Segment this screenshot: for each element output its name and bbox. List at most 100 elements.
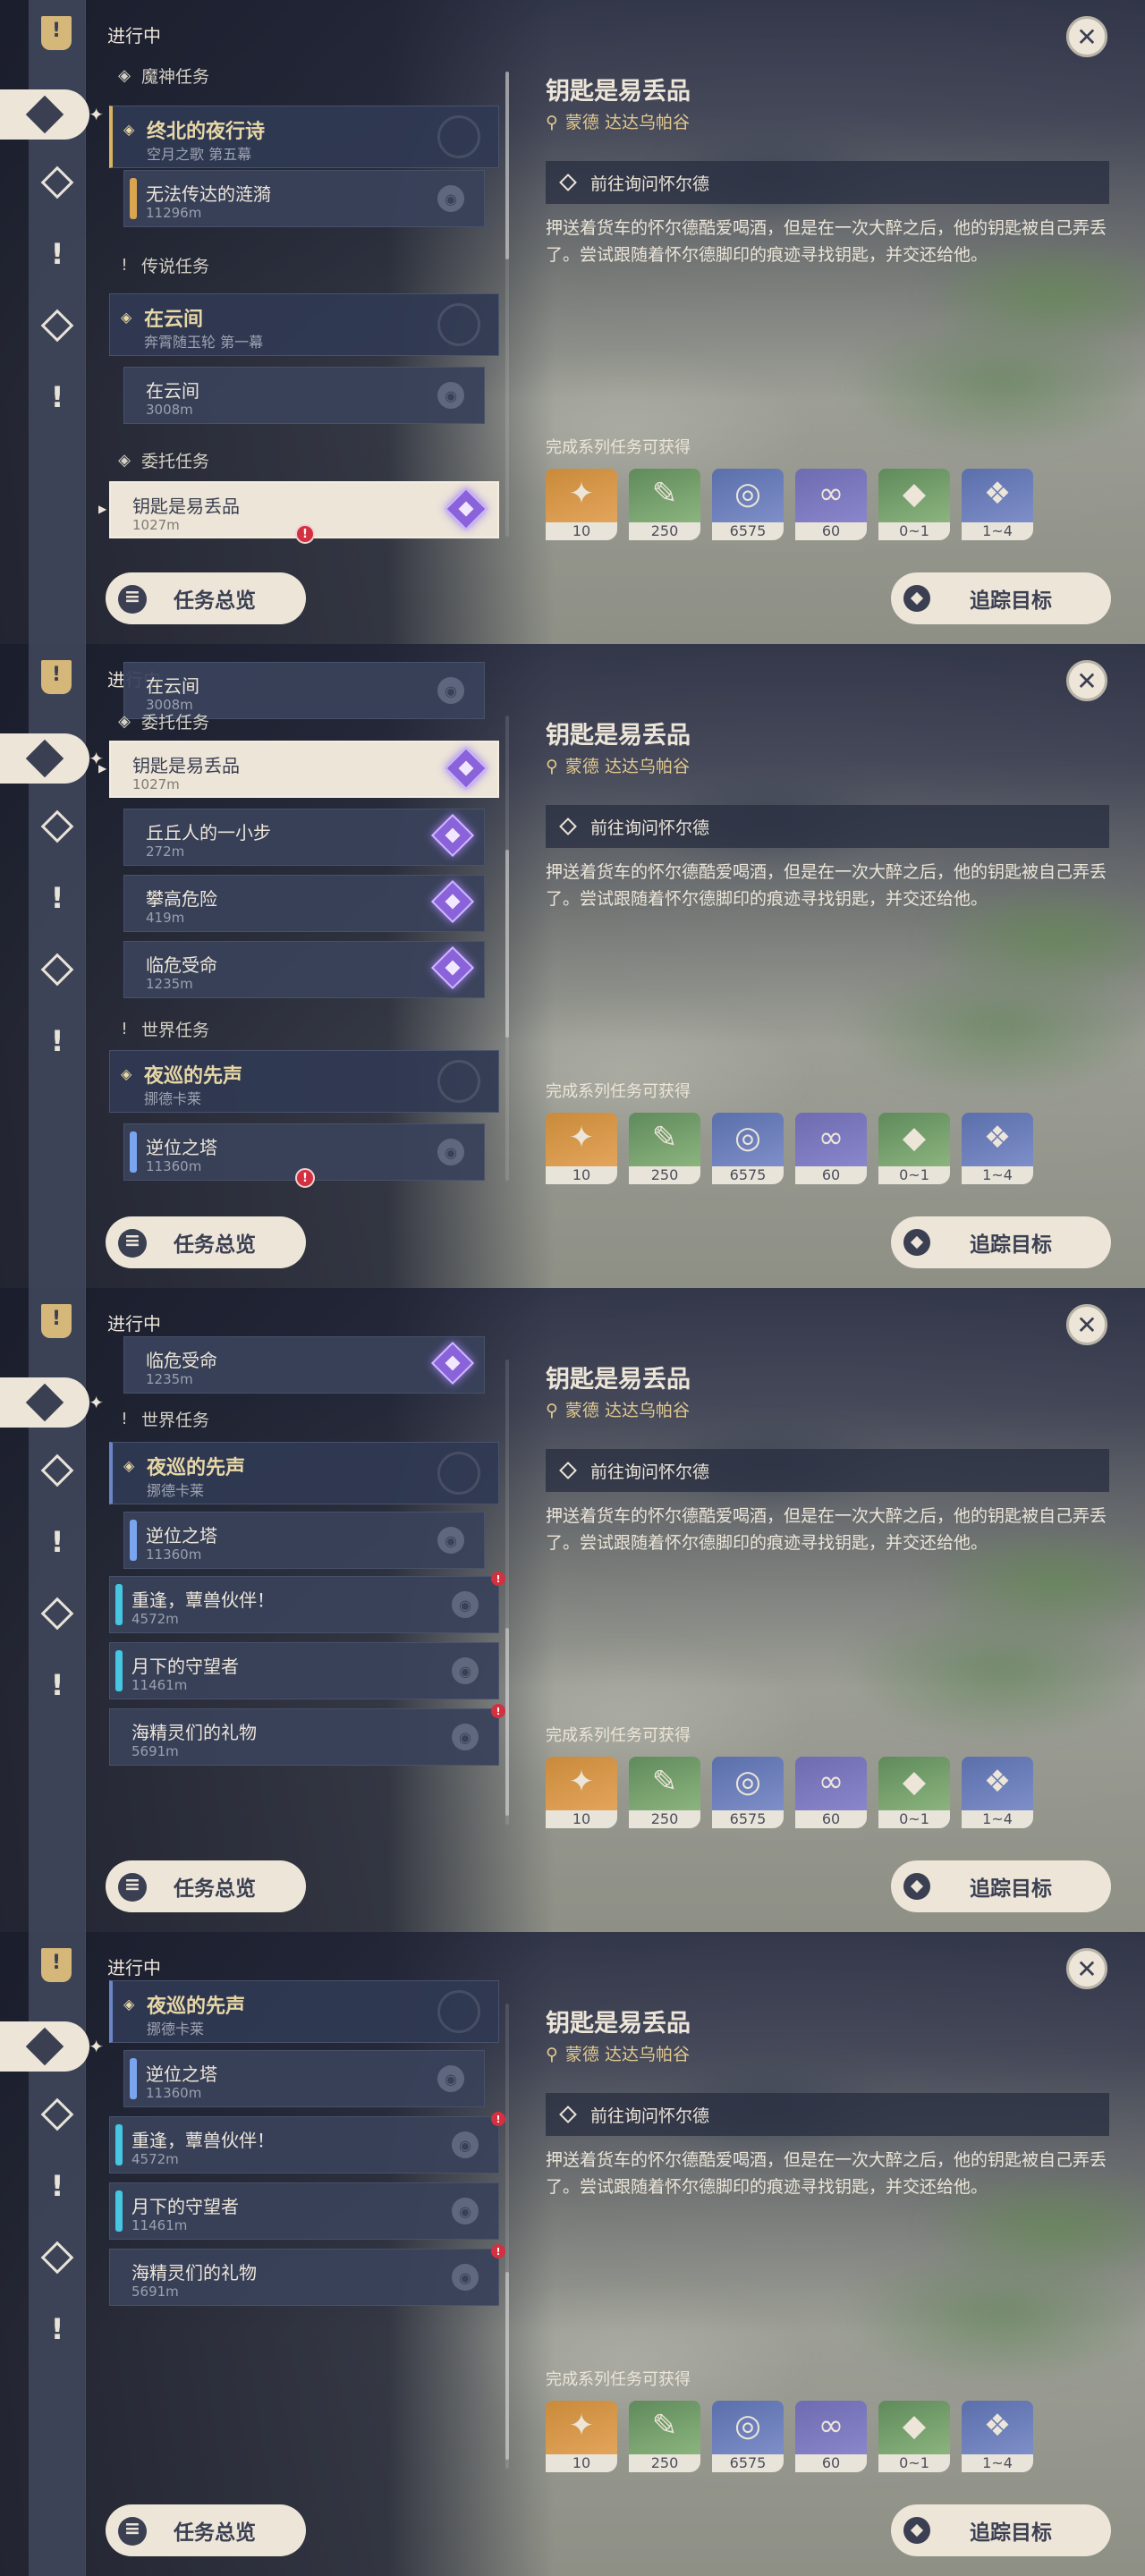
reward-item[interactable]: ✎ 250 xyxy=(629,469,700,540)
quest-item[interactable]: 月下的守望者 11461m ◉ xyxy=(109,2182,499,2240)
track-target-button[interactable]: 追踪目标 xyxy=(891,572,1111,624)
quest-overview-button[interactable]: 任务总览 xyxy=(106,1860,306,1912)
reward-item[interactable]: ◆ 0~1 xyxy=(878,1113,950,1184)
map-pin-icon[interactable]: ◉ xyxy=(452,2131,479,2158)
track-target-button[interactable]: 追踪目标 xyxy=(891,2504,1111,2556)
quest-list-scrollbar[interactable] xyxy=(505,1360,509,1825)
quest-item[interactable]: 海精灵们的礼物 5691m ◉! xyxy=(109,1704,505,1766)
map-pin-icon[interactable]: ◉ xyxy=(452,2198,479,2224)
close-icon[interactable]: ✕ xyxy=(1066,1948,1107,1989)
story-quest-icon[interactable]: ! xyxy=(38,2166,77,2206)
story-quest-icon[interactable]: ! xyxy=(38,234,77,274)
all-quests-icon[interactable] xyxy=(0,89,104,140)
scrollbar-thumb[interactable] xyxy=(505,72,509,259)
quest-overview-button[interactable]: 任务总览 xyxy=(106,2504,306,2556)
reward-item[interactable]: ✎ 250 xyxy=(629,2401,700,2472)
scrollbar-thumb[interactable] xyxy=(505,850,509,1038)
quest-chapter-card[interactable]: ◈ 夜巡的先声 挪德卡莱 xyxy=(109,1050,499,1113)
world-quest-icon[interactable]: ! xyxy=(38,1665,77,1705)
map-pin-icon[interactable]: ◉ xyxy=(452,1591,479,1618)
all-quests-icon[interactable] xyxy=(0,2021,104,2072)
quest-list-scrollbar[interactable] xyxy=(505,2004,509,2469)
reward-item[interactable]: ❖ 1~4 xyxy=(962,1113,1033,1184)
quest-overview-button[interactable]: 任务总览 xyxy=(106,572,306,624)
quest-item[interactable]: 攀高危险 419m xyxy=(123,875,485,932)
reward-item[interactable]: ✦ 10 xyxy=(546,2401,617,2472)
story-quest-icon[interactable]: ! xyxy=(38,878,77,918)
quest-chapter-card[interactable]: ◈ 在云间 奔霄随玉轮 第一幕 xyxy=(109,293,499,356)
quest-overview-button[interactable]: 任务总览 xyxy=(106,1216,306,1268)
quest-bookmark-icon[interactable] xyxy=(41,1304,72,1338)
all-quests-icon[interactable] xyxy=(0,1377,104,1428)
track-target-button[interactable]: 追踪目标 xyxy=(891,1216,1111,1268)
world-quest-icon[interactable]: ! xyxy=(38,377,77,417)
commission-icon[interactable] xyxy=(38,2238,77,2277)
quest-item[interactable]: 海精灵们的礼物 5691m ◉! xyxy=(109,2244,505,2306)
quest-item[interactable]: 逆位之塔 11360m ◉ xyxy=(123,1512,485,1569)
world-quest-icon[interactable]: ! xyxy=(38,1021,77,1061)
story-quest-icon[interactable]: ! xyxy=(38,1522,77,1562)
quest-item[interactable]: 逆位之塔 11360m ◉ xyxy=(123,2050,485,2107)
reward-item[interactable]: ✦ 10 xyxy=(546,469,617,540)
reward-item[interactable]: ∞ 60 xyxy=(795,1113,867,1184)
quest-chapter-card[interactable]: ◈ 夜巡的先声 挪德卡莱 xyxy=(109,1442,499,1504)
commission-icon[interactable] xyxy=(38,1594,77,1633)
reward-item[interactable]: ◆ 0~1 xyxy=(878,1757,950,1828)
reward-item[interactable]: ◆ 0~1 xyxy=(878,2401,950,2472)
commission-icon[interactable] xyxy=(38,950,77,989)
commission-icon[interactable] xyxy=(38,306,77,345)
reward-item[interactable]: ✦ 10 xyxy=(546,1113,617,1184)
reward-item[interactable]: ◆ 0~1 xyxy=(878,469,950,540)
quest-item[interactable]: 重逢，蕈兽伙伴！ 4572m ◉! xyxy=(109,1572,505,1633)
reward-item[interactable]: ◎ 6575 xyxy=(712,1757,784,1828)
map-pin-icon[interactable]: ◉ xyxy=(452,2264,479,2291)
quest-item[interactable]: 临危受命 1235m xyxy=(123,941,485,998)
map-pin-icon[interactable]: ◉ xyxy=(452,1657,479,1684)
map-pin-icon[interactable]: ◉ xyxy=(437,2065,464,2092)
reward-item[interactable]: ✎ 250 xyxy=(629,1113,700,1184)
quest-item[interactable]: 丘丘人的一小步 272m xyxy=(123,809,485,866)
reward-item[interactable]: ∞ 60 xyxy=(795,2401,867,2472)
world-quest-icon[interactable]: ! xyxy=(38,2309,77,2349)
reward-item[interactable]: ✎ 250 xyxy=(629,1757,700,1828)
reward-item[interactable]: ❖ 1~4 xyxy=(962,469,1033,540)
archon-quest-icon[interactable] xyxy=(38,1451,77,1490)
reward-item[interactable]: ❖ 1~4 xyxy=(962,2401,1033,2472)
close-icon[interactable]: ✕ xyxy=(1066,660,1107,701)
quest-item[interactable]: 月下的守望者 11461m ◉ xyxy=(109,1642,499,1699)
quest-item[interactable]: 重逢，蕈兽伙伴！ 4572m ◉! xyxy=(109,2112,505,2174)
reward-item[interactable]: ◎ 6575 xyxy=(712,1113,784,1184)
archon-quest-icon[interactable] xyxy=(38,163,77,202)
reward-item[interactable]: ◎ 6575 xyxy=(712,469,784,540)
reward-item[interactable]: ✦ 10 xyxy=(546,1757,617,1828)
map-pin-icon[interactable]: ◉ xyxy=(437,382,464,409)
reward-item[interactable]: ∞ 60 xyxy=(795,469,867,540)
map-pin-icon[interactable]: ◉ xyxy=(452,1724,479,1750)
archon-quest-icon[interactable] xyxy=(38,807,77,846)
quest-list-scrollbar[interactable] xyxy=(505,72,509,537)
quest-bookmark-icon[interactable] xyxy=(41,660,72,694)
reward-item[interactable]: ∞ 60 xyxy=(795,1757,867,1828)
map-pin-icon[interactable]: ◉ xyxy=(437,677,464,704)
scrollbar-thumb[interactable] xyxy=(505,1628,509,1816)
quest-item[interactable]: 临危受命 1235m xyxy=(123,1336,485,1394)
reward-item[interactable]: ◎ 6575 xyxy=(712,2401,784,2472)
track-target-button[interactable]: 追踪目标 xyxy=(891,1860,1111,1912)
quest-chapter-card[interactable]: ◈ 终北的夜行诗 空月之歌 第五幕 xyxy=(109,106,499,168)
map-pin-icon[interactable]: ◉ xyxy=(437,1139,464,1165)
quest-item-selected[interactable]: 钥匙是易丢品1027m xyxy=(98,741,499,798)
archon-quest-icon[interactable] xyxy=(38,2095,77,2134)
scrollbar-thumb[interactable] xyxy=(505,2272,509,2460)
all-quests-icon[interactable] xyxy=(0,733,104,784)
reward-item[interactable]: ❖ 1~4 xyxy=(962,1757,1033,1828)
quest-item[interactable]: 在云间 3008m ◉ xyxy=(123,367,485,424)
map-pin-icon[interactable]: ◉ xyxy=(437,185,464,212)
close-icon[interactable]: ✕ xyxy=(1066,1304,1107,1345)
quest-item[interactable]: 无法传达的涟漪 11296m ◉ xyxy=(123,170,485,227)
map-pin-icon[interactable]: ◉ xyxy=(437,1527,464,1554)
quest-list-scrollbar[interactable] xyxy=(505,716,509,1181)
close-icon[interactable]: ✕ xyxy=(1066,16,1107,57)
quest-bookmark-icon[interactable] xyxy=(41,16,72,50)
quest-chapter-card[interactable]: ◈ 夜巡的先声 挪德卡莱 xyxy=(109,1980,499,2043)
quest-bookmark-icon[interactable] xyxy=(41,1948,72,1982)
